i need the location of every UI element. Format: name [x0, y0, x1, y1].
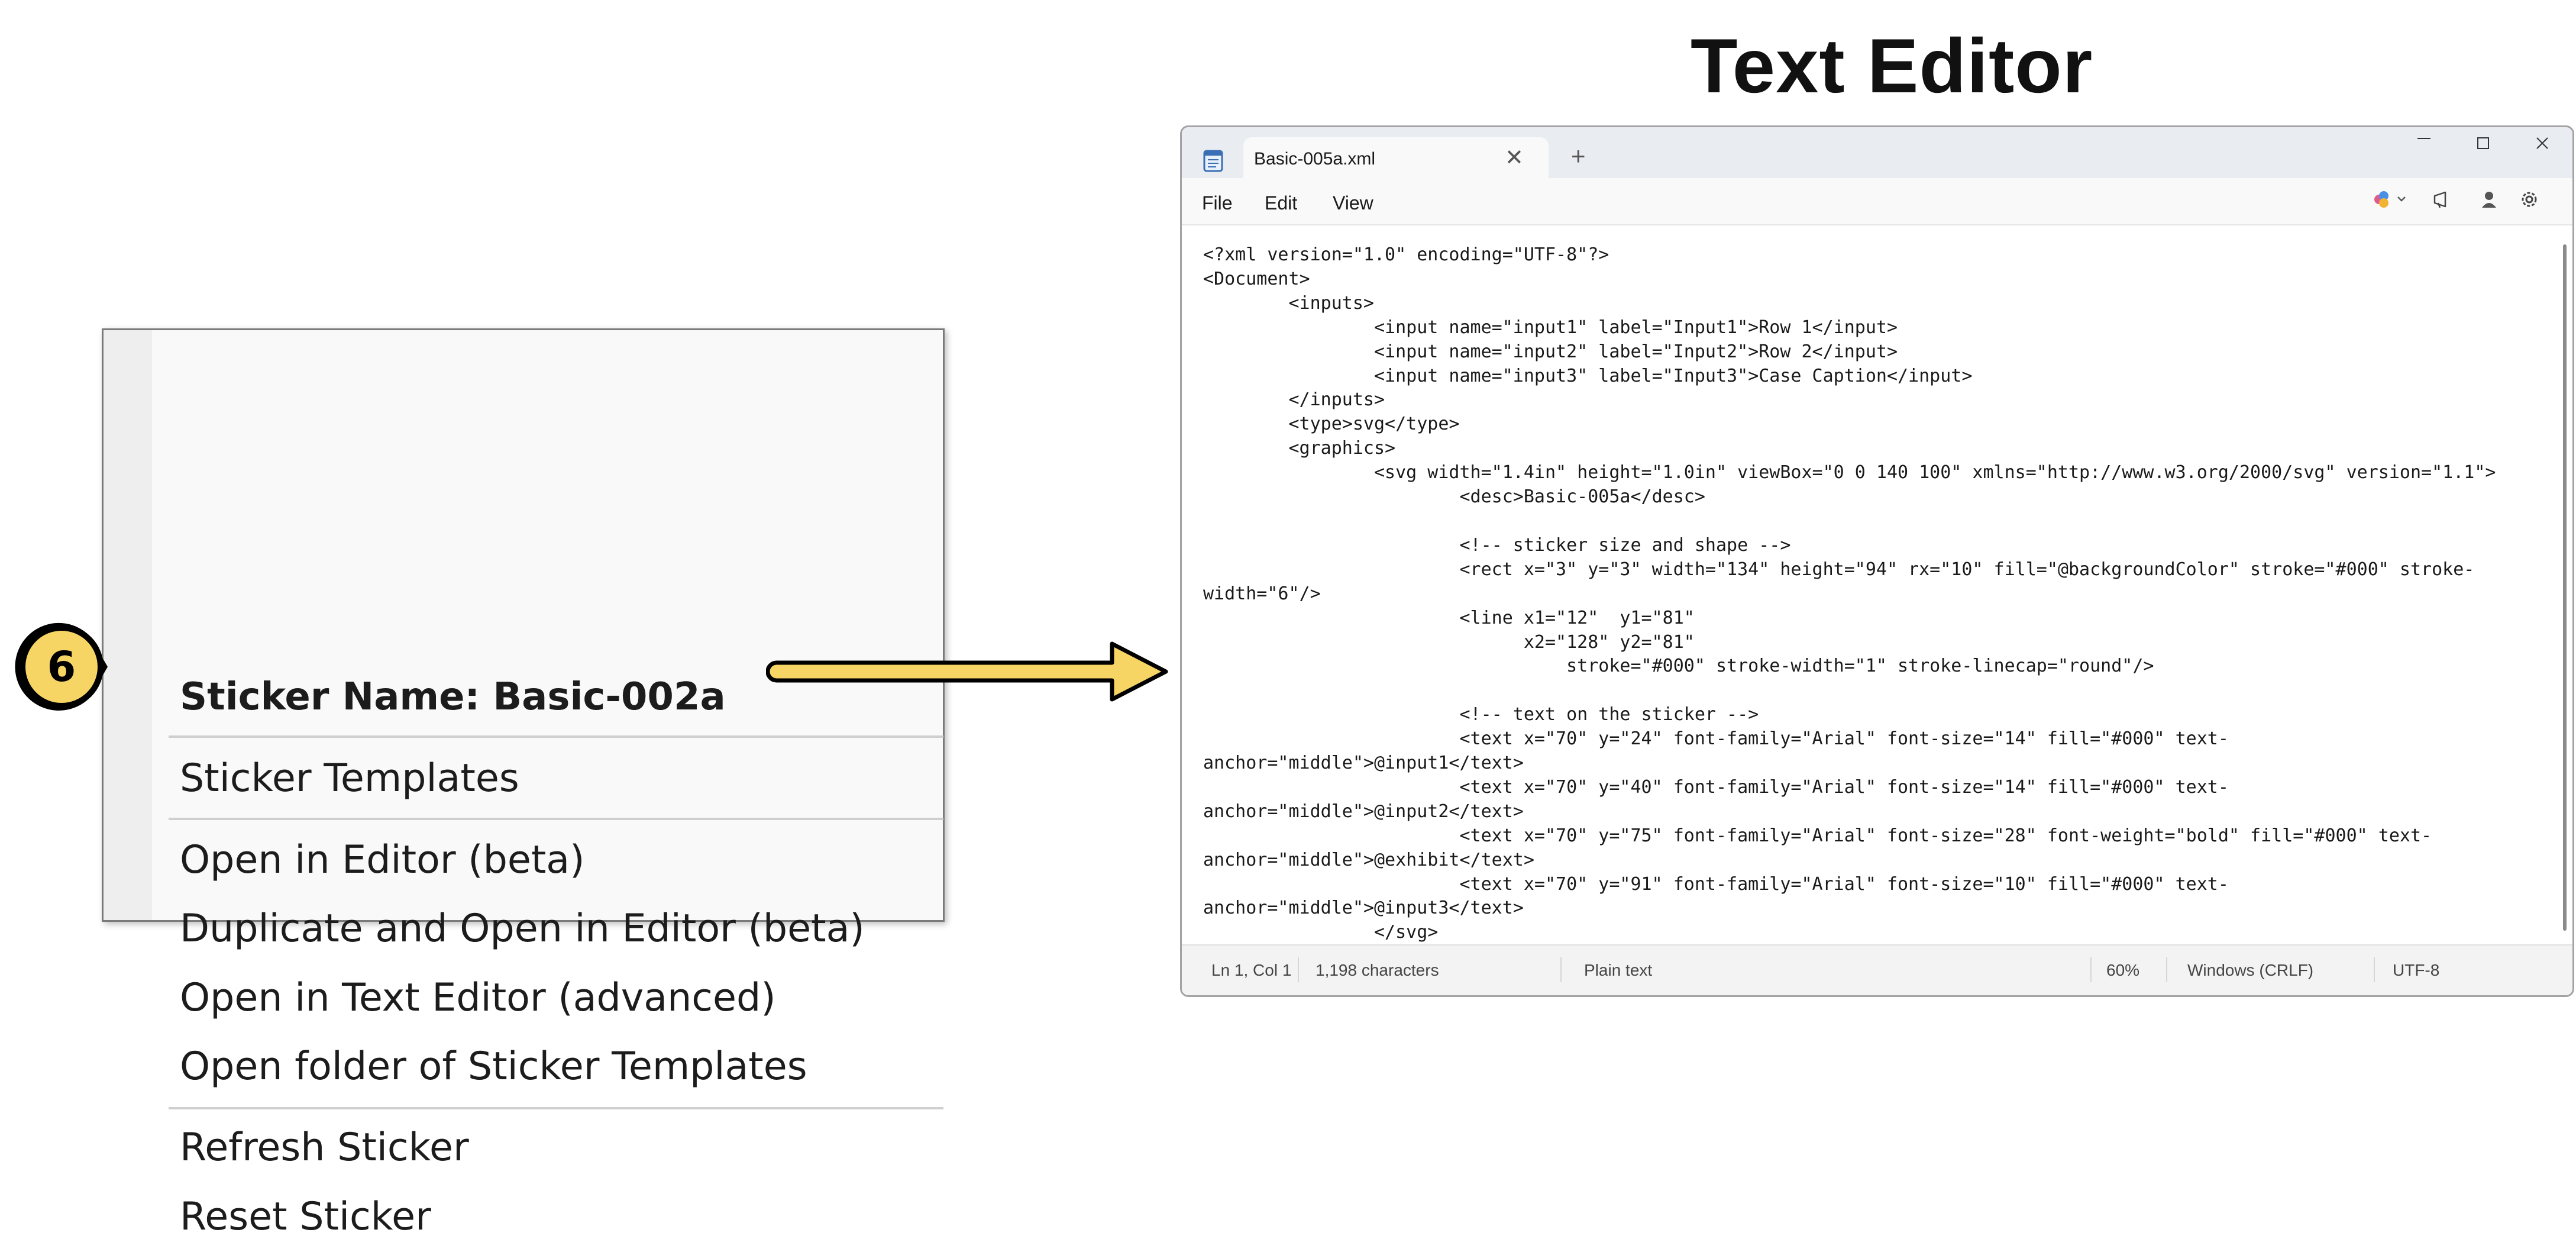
menu-separator — [169, 818, 943, 820]
notepad-window: Basic-005a.xml ✕ + File Edit View <?xml … — [1180, 125, 2574, 997]
cursor-position: Ln 1, Col 1 — [1211, 961, 1292, 979]
callout-arrow — [766, 641, 1168, 702]
menu-bar: File Edit View — [1182, 178, 2572, 225]
close-window-button[interactable] — [2533, 134, 2551, 152]
context-menu: Sticker Name: Basic-002a Sticker Templat… — [102, 328, 945, 1236]
menu-item-duplicate-and-open[interactable]: Duplicate and Open in Editor (beta) — [180, 909, 865, 948]
status-divider — [2166, 957, 2167, 982]
new-tab-button[interactable]: + — [1571, 144, 1586, 169]
menu-item-sticker-templates[interactable]: Sticker Templates — [180, 759, 519, 798]
text-encoding[interactable]: UTF-8 — [2393, 961, 2439, 980]
line-endings[interactable]: Windows (CRLF) — [2187, 961, 2313, 980]
character-count: 1,198 characters — [1316, 961, 1439, 979]
title-bar: Basic-005a.xml ✕ + — [1182, 127, 2572, 179]
menu-item-reset-sticker[interactable]: Reset Sticker — [180, 1198, 431, 1236]
file-content[interactable]: <?xml version="1.0" encoding="UTF-8"?> <… — [1203, 243, 2496, 969]
text-editor-heading: Text Editor — [1691, 22, 2093, 109]
tab-title: Basic-005a.xml — [1254, 149, 1376, 169]
menu-file[interactable]: File — [1202, 192, 1233, 214]
sticker-name-header: Sticker Name: Basic-002a — [180, 675, 726, 719]
file-tab[interactable]: Basic-005a.xml ✕ — [1243, 137, 1549, 179]
menu-gutter — [104, 330, 152, 920]
maximize-button[interactable] — [2474, 134, 2492, 152]
status-bar: Ln 1, Col 1 1,198 characters Plain text … — [1182, 944, 2572, 995]
feedback-icon[interactable] — [2430, 188, 2454, 211]
zoom-level[interactable]: 60% — [2106, 961, 2139, 980]
close-tab-icon[interactable]: ✕ — [1505, 144, 1524, 171]
step-number: 6 — [47, 643, 76, 691]
menu-item-open-folder[interactable]: Open folder of Sticker Templates — [180, 1047, 807, 1086]
status-divider — [1298, 957, 1299, 982]
menu-item-open-in-editor[interactable]: Open in Editor (beta) — [180, 841, 585, 879]
status-divider — [2374, 957, 2375, 982]
text-editor-area[interactable]: <?xml version="1.0" encoding="UTF-8"?> <… — [1182, 225, 2572, 967]
minimize-button[interactable] — [2415, 130, 2433, 147]
notepad-app-icon — [1203, 150, 1223, 172]
copilot-icon[interactable] — [2368, 188, 2410, 211]
step-badge: 6 — [15, 622, 108, 711]
vertical-scrollbar[interactable] — [2563, 244, 2567, 931]
menu-separator — [169, 1107, 943, 1109]
settings-gear-icon[interactable] — [2517, 188, 2541, 211]
file-format: Plain text — [1584, 961, 1653, 979]
menu-edit[interactable]: Edit — [1265, 192, 1297, 214]
menu-item-refresh-sticker[interactable]: Refresh Sticker — [180, 1128, 469, 1167]
menu-view[interactable]: View — [1333, 192, 1373, 214]
menu-separator — [169, 735, 943, 738]
status-divider — [1560, 957, 1562, 982]
status-divider — [2090, 957, 2092, 982]
account-icon[interactable] — [2477, 188, 2501, 211]
